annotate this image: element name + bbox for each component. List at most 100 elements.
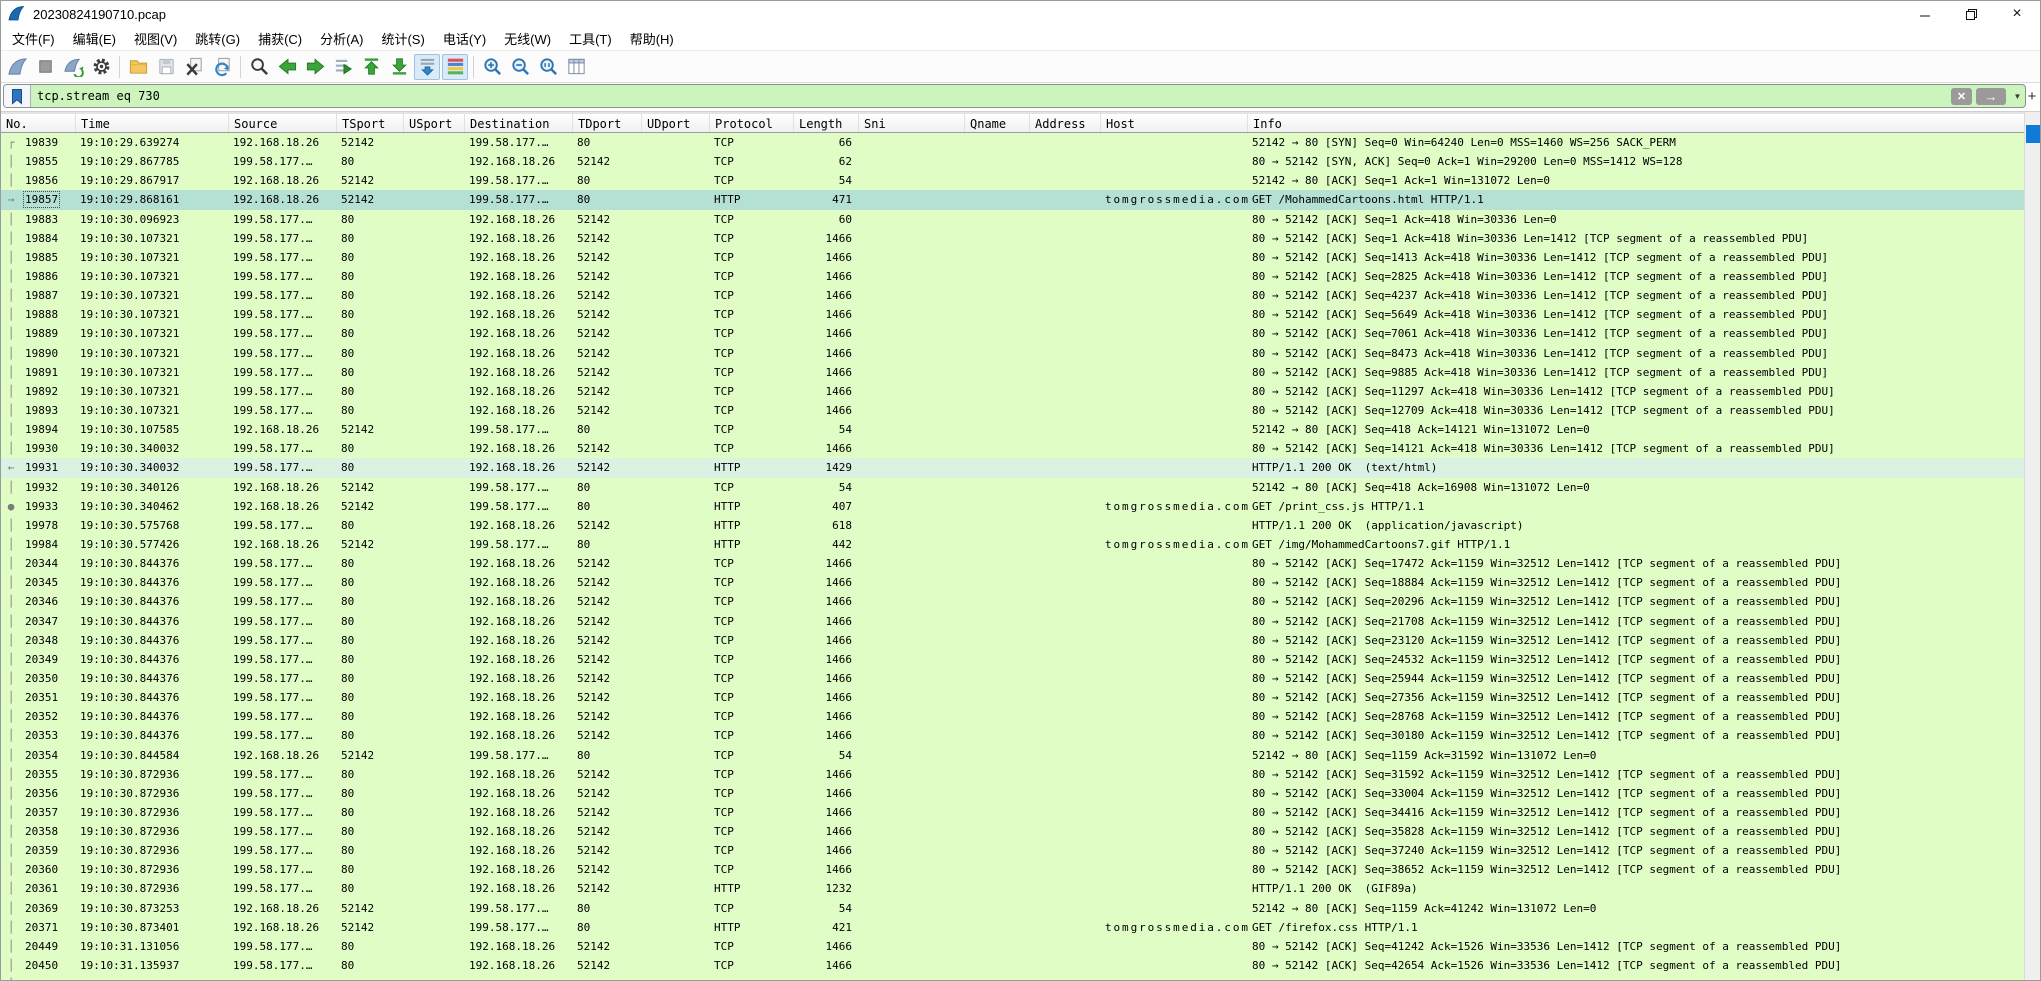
column-header-qname[interactable]: Qname — [965, 114, 1030, 132]
packet-row-20355[interactable]: │2035519:10:30.872936199.58.177.…80192.1… — [1, 765, 2026, 784]
packet-row-19893[interactable]: │1989319:10:30.107321199.58.177.…80192.1… — [1, 401, 2026, 420]
menu-item-1[interactable]: 编辑(E) — [64, 27, 125, 50]
column-header-sni[interactable]: Sni — [859, 114, 965, 132]
menu-item-4[interactable]: 捕获(C) — [249, 27, 311, 50]
menu-item-5[interactable]: 分析(A) — [311, 27, 372, 50]
capture-options-button[interactable] — [88, 54, 114, 80]
packet-row-19883[interactable]: │1988319:10:30.096923199.58.177.…80192.1… — [1, 210, 2026, 229]
menu-item-6[interactable]: 统计(S) — [372, 27, 433, 50]
resize-columns-button[interactable] — [563, 54, 589, 80]
packet-row-19931[interactable]: ←1993119:10:30.340032199.58.177.…80192.1… — [1, 458, 2026, 477]
packet-row-20359[interactable]: │2035919:10:30.872936199.58.177.…80192.1… — [1, 841, 2026, 860]
file-save-button[interactable] — [153, 54, 179, 80]
filter-clear-button[interactable]: ✕ — [1951, 88, 1972, 105]
filter-apply-button[interactable]: → — [1976, 88, 2006, 105]
column-header-tsport[interactable]: TSport — [337, 114, 404, 132]
zoom-in-button[interactable] — [479, 54, 505, 80]
packet-row-19839[interactable]: ┌1983919:10:29.639274192.168.18.26521421… — [1, 133, 2026, 152]
packet-row-20361[interactable]: │2036119:10:30.872936199.58.177.…80192.1… — [1, 879, 2026, 898]
reload-button[interactable] — [209, 54, 235, 80]
packet-row-19889[interactable]: │1988919:10:30.107321199.58.177.…80192.1… — [1, 324, 2026, 343]
packet-row-19857[interactable]: →1985719:10:29.868161192.168.18.26521421… — [1, 190, 2026, 209]
menu-item-7[interactable]: 电话(Y) — [434, 27, 495, 50]
menu-item-10[interactable]: 帮助(H) — [621, 27, 683, 50]
menu-item-0[interactable]: 文件(F) — [3, 27, 64, 50]
zoom-out-button[interactable] — [507, 54, 533, 80]
column-header-udport[interactable]: UDport — [642, 114, 710, 132]
packet-row-20348[interactable]: │2034819:10:30.844376199.58.177.…80192.1… — [1, 631, 2026, 650]
go-forward-button[interactable] — [302, 54, 328, 80]
column-header-no[interactable]: No. — [1, 114, 76, 132]
close-button[interactable]: × — [1994, 1, 2040, 27]
packet-row-20357[interactable]: │2035719:10:30.872936199.58.177.…80192.1… — [1, 803, 2026, 822]
zoom-original-button[interactable] — [535, 54, 561, 80]
filter-add-button[interactable]: + — [2026, 88, 2038, 105]
column-header-source[interactable]: Source — [229, 114, 337, 132]
vertical-scrollbar[interactable] — [2024, 112, 2040, 981]
auto-scroll-button[interactable] — [414, 54, 440, 80]
packet-row-20449[interactable]: │2044919:10:31.131056199.58.177.…80192.1… — [1, 937, 2026, 956]
packet-row-20349[interactable]: │2034919:10:30.844376199.58.177.…80192.1… — [1, 650, 2026, 669]
colorize-button[interactable] — [442, 54, 468, 80]
column-header-length[interactable]: Length — [794, 114, 859, 132]
packet-row-20350[interactable]: │2035019:10:30.844376199.58.177.…80192.1… — [1, 669, 2026, 688]
packet-row-19887[interactable]: │1988719:10:30.107321199.58.177.…80192.1… — [1, 286, 2026, 305]
column-header-host[interactable]: Host — [1101, 114, 1248, 132]
packet-row-20371[interactable]: │2037119:10:30.873401192.168.18.26521421… — [1, 918, 2026, 937]
menu-item-9[interactable]: 工具(T) — [560, 27, 621, 50]
filter-bookmark-button[interactable] — [4, 85, 31, 107]
column-header-tdport[interactable]: TDport — [573, 114, 642, 132]
menu-item-8[interactable]: 无线(W) — [495, 27, 560, 50]
packet-row-20354[interactable]: │2035419:10:30.844584192.168.18.26521421… — [1, 746, 2026, 765]
packet-row-19984[interactable]: │1998419:10:30.577426192.168.18.26521421… — [1, 535, 2026, 554]
go-back-button[interactable] — [274, 54, 300, 80]
packet-row-19933[interactable]: ●1993319:10:30.340462192.168.18.26521421… — [1, 497, 2026, 516]
packet-row-20347[interactable]: │2034719:10:30.844376199.58.177.…80192.1… — [1, 612, 2026, 631]
packet-row-20360[interactable]: │2036019:10:30.872936199.58.177.…80192.1… — [1, 860, 2026, 879]
column-header-address[interactable]: Address — [1030, 114, 1101, 132]
packet-row-20358[interactable]: │2035819:10:30.872936199.58.177.…80192.1… — [1, 822, 2026, 841]
menu-item-3[interactable]: 跳转(G) — [186, 27, 249, 50]
packet-row-19855[interactable]: │1985519:10:29.867785199.58.177.…80192.1… — [1, 152, 2026, 171]
menu-item-2[interactable]: 视图(V) — [125, 27, 186, 50]
capture-stop-button[interactable] — [32, 54, 58, 80]
packet-row-20451[interactable]: │2045119:10:31.135937199.58.177.…80192.1… — [1, 975, 2026, 980]
go-to-packet-button[interactable] — [330, 54, 356, 80]
packet-row-20353[interactable]: │2035319:10:30.844376199.58.177.…80192.1… — [1, 726, 2026, 745]
packet-row-19885[interactable]: │1988519:10:30.107321199.58.177.…80192.1… — [1, 248, 2026, 267]
scrollbar-thumb[interactable] — [2026, 125, 2040, 143]
capture-start-button[interactable] — [4, 54, 30, 80]
packet-row-19891[interactable]: │1989119:10:30.107321199.58.177.…80192.1… — [1, 363, 2026, 382]
packet-row-20351[interactable]: │2035119:10:30.844376199.58.177.…80192.1… — [1, 688, 2026, 707]
go-last-button[interactable] — [386, 54, 412, 80]
packet-row-20369[interactable]: │2036919:10:30.873253192.168.18.26521421… — [1, 899, 2026, 918]
column-header-usport[interactable]: USport — [404, 114, 465, 132]
column-header-protocol[interactable]: Protocol — [710, 114, 794, 132]
column-header-destination[interactable]: Destination — [465, 114, 573, 132]
packet-row-20450[interactable]: │2045019:10:31.135937199.58.177.…80192.1… — [1, 956, 2026, 975]
packet-row-20344[interactable]: │2034419:10:30.844376199.58.177.…80192.1… — [1, 554, 2026, 573]
display-filter-input[interactable] — [31, 85, 1951, 107]
column-header-info[interactable]: Info — [1248, 114, 2026, 132]
packet-row-19930[interactable]: │1993019:10:30.340032199.58.177.…80192.1… — [1, 439, 2026, 458]
restore-button[interactable] — [1948, 1, 1994, 27]
find-packet-button[interactable] — [246, 54, 272, 80]
packet-row-19884[interactable]: │1988419:10:30.107321199.58.177.…80192.1… — [1, 229, 2026, 248]
column-header-time[interactable]: Time — [76, 114, 229, 132]
packet-row-19888[interactable]: │1988819:10:30.107321199.58.177.…80192.1… — [1, 305, 2026, 324]
packet-row-19894[interactable]: │1989419:10:30.107585192.168.18.26521421… — [1, 420, 2026, 439]
packet-row-19978[interactable]: │1997819:10:30.575768199.58.177.…80192.1… — [1, 516, 2026, 535]
packet-row-20356[interactable]: │2035619:10:30.872936199.58.177.…80192.1… — [1, 784, 2026, 803]
file-open-button[interactable] — [125, 54, 151, 80]
packet-row-20346[interactable]: │2034619:10:30.844376199.58.177.…80192.1… — [1, 592, 2026, 611]
capture-restart-button[interactable] — [60, 54, 86, 80]
packet-row-19890[interactable]: │1989019:10:30.107321199.58.177.…80192.1… — [1, 344, 2026, 363]
packet-row-20345[interactable]: │2034519:10:30.844376199.58.177.…80192.1… — [1, 573, 2026, 592]
go-first-button[interactable] — [358, 54, 384, 80]
filter-dropdown-caret[interactable]: ▼ — [2010, 92, 2025, 101]
file-close-button[interactable] — [181, 54, 207, 80]
packet-row-19856[interactable]: │1985619:10:29.867917192.168.18.26521421… — [1, 171, 2026, 190]
minimize-button[interactable] — [1902, 1, 1948, 27]
packet-row-20352[interactable]: │2035219:10:30.844376199.58.177.…80192.1… — [1, 707, 2026, 726]
packet-row-19932[interactable]: │1993219:10:30.340126192.168.18.26521421… — [1, 478, 2026, 497]
